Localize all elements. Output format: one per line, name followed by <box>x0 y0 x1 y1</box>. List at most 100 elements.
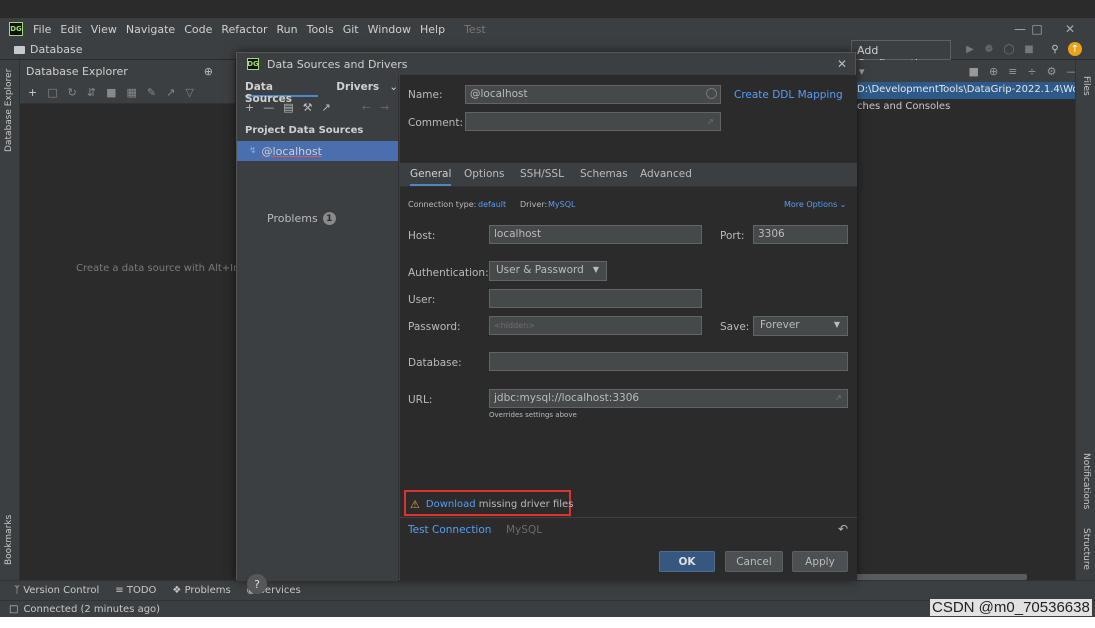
dialog-sidebar: Data Sources Drivers ⌄ + — ▤ ⚒ ↗ ← → Pro… <box>237 75 399 594</box>
menu-git[interactable]: Git <box>343 23 359 36</box>
url-field[interactable]: jdbc:mysql://localhost:3306 <box>489 389 848 408</box>
tab-drivers[interactable]: Drivers <box>336 81 379 97</box>
breadcrumb[interactable]: Database <box>14 43 83 56</box>
color-picker-icon[interactable] <box>706 88 717 99</box>
structure-tab[interactable]: Structure <box>1081 528 1091 570</box>
menu-view[interactable]: View <box>91 23 117 36</box>
right-tool-stripe: Files Notifications Structure <box>1075 60 1095 580</box>
authentication-select[interactable]: User & Password ▼ <box>489 261 607 281</box>
copy-icon[interactable]: □ <box>47 86 57 99</box>
tab-options[interactable]: Options <box>464 168 505 180</box>
menu-run[interactable]: Run <box>277 23 298 36</box>
port-label: Port: <box>720 230 745 242</box>
scratches-item[interactable]: ches and Consoles <box>853 99 1075 114</box>
menu-edit[interactable]: Edit <box>60 23 81 36</box>
menu-tools[interactable]: Tools <box>307 23 334 36</box>
add-icon[interactable]: + <box>245 101 254 119</box>
menu-window[interactable]: Window <box>368 23 411 36</box>
menu-file[interactable]: File <box>33 23 51 36</box>
comment-field[interactable] <box>465 112 721 131</box>
jump-icon[interactable]: ↗ <box>166 86 175 99</box>
add-icon[interactable]: ⊕ <box>204 65 213 78</box>
info-icon: ❖ <box>172 585 185 596</box>
stop-icon[interactable]: ■ <box>1022 42 1036 56</box>
edit-icon[interactable]: ✎ <box>147 86 156 99</box>
menu-code[interactable]: Code <box>184 23 212 36</box>
tab-schemas[interactable]: Schemas <box>580 168 628 180</box>
forward-icon[interactable]: → <box>380 101 389 119</box>
add-configuration-button[interactable]: Add Configuration... <box>851 40 951 70</box>
version-control-label: Version Control <box>23 585 100 596</box>
tab-ssh-ssl[interactable]: SSH/SSL <box>520 168 564 180</box>
host-field[interactable]: localhost <box>489 225 702 244</box>
problems-tab[interactable]: ❖ Problems <box>172 585 230 596</box>
driver-link[interactable]: MySQL <box>548 200 575 209</box>
expand-icon[interactable]: ↗ <box>707 117 714 126</box>
menu-refactor[interactable]: Refactor <box>221 23 267 36</box>
close-icon[interactable]: ✕ <box>1053 18 1087 40</box>
cancel-button[interactable]: Cancel <box>725 551 783 572</box>
data-source-item[interactable]: ↯ @localhost <box>237 141 398 161</box>
locate-icon[interactable]: ⊕ <box>989 65 998 78</box>
square-icon[interactable]: □ <box>9 604 18 615</box>
filter-icon[interactable]: ▽ <box>185 86 193 99</box>
wrench-icon[interactable]: ⚒ <box>303 101 313 119</box>
notifications-tab[interactable]: Notifications <box>1081 453 1091 509</box>
more-options-link[interactable]: More Options ⌄ <box>784 200 847 209</box>
test-connection-link[interactable]: Test Connection <box>408 524 491 536</box>
expand-icon[interactable]: ↗ <box>835 393 842 402</box>
plus-icon[interactable]: + <box>28 86 37 99</box>
tab-general[interactable]: General <box>410 168 452 186</box>
app-logo-icon: DG <box>247 58 259 70</box>
gear-icon[interactable]: ⚙ <box>1047 65 1057 78</box>
stop-icon[interactable]: ■ <box>106 86 116 99</box>
sync-icon[interactable]: ⇵ <box>87 86 96 99</box>
undo-icon[interactable]: ↶ <box>838 522 848 536</box>
folder-icon[interactable]: ■ <box>969 65 979 78</box>
refresh-icon[interactable]: ↻ <box>68 86 77 99</box>
menu-navigate[interactable]: Navigate <box>126 23 175 36</box>
create-ddl-mapping-link[interactable]: Create DDL Mapping <box>734 89 843 101</box>
search-icon[interactable]: ⚲ <box>1048 42 1062 56</box>
close-icon[interactable]: ✕ <box>837 57 847 71</box>
database-field[interactable] <box>489 352 848 371</box>
run-icon[interactable]: ▶ <box>963 42 977 56</box>
duplicate-icon[interactable]: ▤ <box>283 101 293 119</box>
chevron-down-icon[interactable]: ▾ <box>859 65 865 78</box>
port-field[interactable]: 3306 <box>753 225 848 244</box>
menu-help[interactable]: Help <box>420 23 445 36</box>
download-link[interactable]: Download <box>426 499 476 510</box>
user-field[interactable] <box>489 289 702 308</box>
todo-tab[interactable]: ≡ TODO <box>115 585 156 596</box>
remove-icon[interactable]: — <box>263 101 274 119</box>
bookmarks-tab[interactable]: Bookmarks <box>4 515 14 565</box>
maximize-icon[interactable]: □ <box>1020 18 1054 40</box>
help-button[interactable]: ? <box>247 574 267 594</box>
jump-icon[interactable]: ↗ <box>322 101 331 119</box>
debug-icon[interactable]: ❁ <box>982 42 996 56</box>
mysql-icon: ↯ <box>249 146 257 156</box>
files-tab[interactable]: Files <box>1081 76 1091 96</box>
chevron-down-icon[interactable]: ⌄ <box>389 81 398 97</box>
apply-button[interactable]: Apply <box>792 551 848 572</box>
ok-button[interactable]: OK <box>659 551 715 572</box>
tab-advanced[interactable]: Advanced <box>640 168 692 180</box>
update-icon[interactable]: ↑ <box>1068 42 1082 56</box>
save-select[interactable]: Forever ▼ <box>753 316 848 336</box>
name-field[interactable]: @localhost <box>465 85 721 104</box>
password-field[interactable]: <hidden> <box>489 316 702 335</box>
table-icon[interactable]: ▦ <box>126 86 136 99</box>
settings-tabs: General Options SSH/SSL Schemas Advanced <box>400 163 857 187</box>
version-control-tab[interactable]: ᛉ Version Control <box>14 585 99 596</box>
connection-type-link[interactable]: default <box>478 200 506 209</box>
project-hint: Test <box>464 22 486 36</box>
coverage-icon[interactable]: ◯ <box>1002 42 1016 56</box>
explorer-header: Database Explorer ⊕ <box>20 60 235 82</box>
expand-icon[interactable]: ≡ <box>1008 65 1017 78</box>
back-icon[interactable]: ← <box>362 101 371 119</box>
database-explorer-tab[interactable]: Database Explorer <box>4 69 14 152</box>
problems-item[interactable]: Problems 1 <box>267 212 336 225</box>
tab-data-sources[interactable]: Data Sources <box>245 81 319 105</box>
project-path[interactable]: D:\DevelopmentTools\DataGrip-2022.1.4\Wo… <box>853 82 1075 99</box>
collapse-icon[interactable]: ÷ <box>1027 65 1036 78</box>
